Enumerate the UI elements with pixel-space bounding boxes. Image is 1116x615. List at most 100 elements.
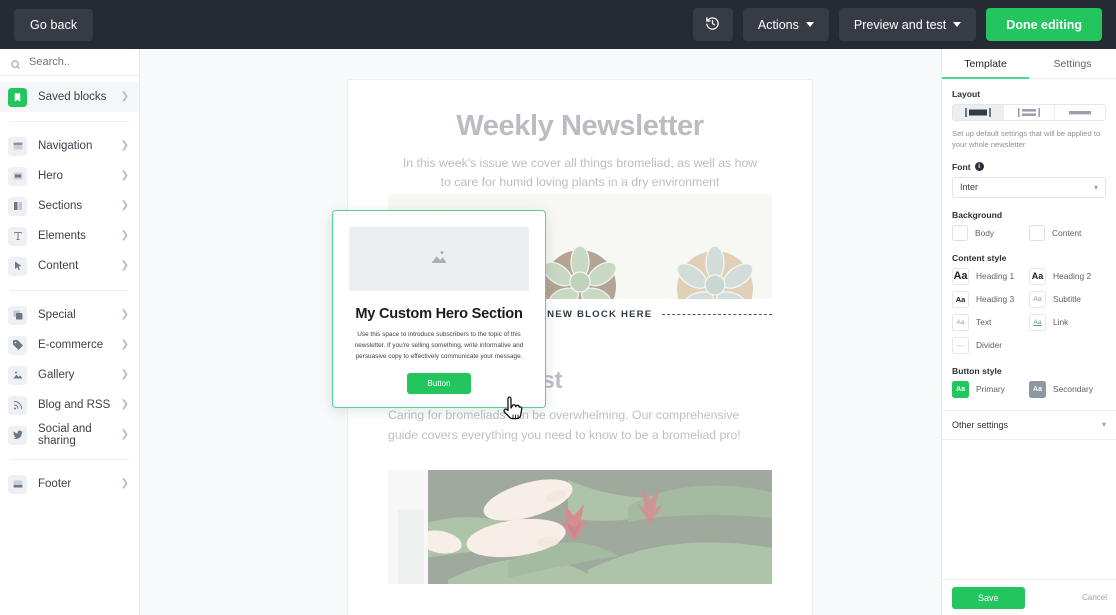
- newsletter-canvas[interactable]: Weekly Newsletter In this week's issue w…: [140, 49, 941, 615]
- other-settings-row[interactable]: Other settings ▾: [952, 411, 1106, 439]
- background-body-option[interactable]: Body: [952, 224, 1029, 241]
- content-style-link[interactable]: Aa Link: [1029, 313, 1106, 331]
- post-body: Caring for bromeliads can be overwhelmin…: [388, 408, 741, 443]
- actions-button[interactable]: Actions: [742, 8, 829, 41]
- drag-card-button[interactable]: Button: [407, 372, 471, 394]
- footer-block-icon: [8, 474, 27, 494]
- sidebar-item-blog-and-rss[interactable]: Blog and RSS ❯: [0, 390, 139, 420]
- chevron-down-icon: ▾: [1093, 182, 1098, 192]
- sidebar-group-saved: Saved blocks ❯: [0, 76, 139, 118]
- layout-option-full-width[interactable]: [1055, 105, 1105, 120]
- chevron-right-icon: ❯: [120, 339, 129, 350]
- content-label: Content: [1052, 227, 1082, 238]
- secondary-label: Secondary: [1053, 384, 1094, 395]
- font-select[interactable]: Inter ▾: [952, 176, 1106, 198]
- sidebar-item-hero[interactable]: Hero ❯: [0, 161, 139, 191]
- chevron-down-icon: [805, 22, 814, 27]
- subtitle-label: Subtitle: [1053, 294, 1081, 305]
- preview-and-test-button[interactable]: Preview and test: [838, 8, 977, 41]
- email-builder-app: Go back Actions Preview and test Done ed…: [0, 0, 1116, 615]
- sidebar-group-footer: Footer ❯: [0, 463, 139, 505]
- sidebar-item-footer[interactable]: Footer ❯: [0, 469, 139, 499]
- rss-icon: [8, 395, 27, 415]
- content-style-subtitle[interactable]: Aa Subtitle: [1029, 290, 1106, 308]
- search-input[interactable]: [29, 56, 129, 68]
- saved-block-drag-preview[interactable]: My Custom Hero Section Use this space to…: [332, 210, 546, 408]
- button-style-secondary[interactable]: Aa Secondary: [1029, 380, 1106, 398]
- divider-tile: —: [952, 336, 969, 354]
- sidebar-item-gallery[interactable]: Gallery ❯: [0, 360, 139, 390]
- button-style-primary[interactable]: Aa Primary: [952, 380, 1029, 398]
- sidebar-item-label: Blog and RSS: [38, 399, 111, 411]
- chevron-right-icon: ❯: [120, 170, 129, 181]
- content-style-section-label: Content style: [952, 252, 1007, 263]
- chevron-right-icon: ❯: [120, 140, 129, 151]
- preview-label: Preview and test: [853, 17, 947, 32]
- sidebar-item-label: Footer: [38, 478, 72, 490]
- heading-1-label: Heading 1: [976, 271, 1015, 282]
- info-icon[interactable]: i: [974, 162, 984, 172]
- content-style-heading-1[interactable]: Aa Heading 1: [952, 267, 1029, 285]
- done-editing-button[interactable]: Done editing: [986, 8, 1102, 41]
- heading-1-tile: Aa: [952, 267, 969, 285]
- sidebar-divider: [10, 290, 129, 291]
- history-button[interactable]: [692, 8, 733, 41]
- toolbar-actions-group: Actions Preview and test Done editing: [692, 8, 1102, 41]
- sidebar-item-navigation[interactable]: Navigation ❯: [0, 131, 139, 161]
- save-button[interactable]: Save: [952, 586, 1025, 609]
- layout-option-single-wide[interactable]: [953, 105, 1004, 120]
- go-back-button[interactable]: Go back: [14, 8, 94, 41]
- cancel-link[interactable]: Cancel: [1082, 593, 1107, 602]
- button-style-grid: Aa Primary Aa Secondary: [952, 380, 1106, 398]
- background-content-option[interactable]: Content: [1029, 224, 1106, 241]
- chevron-right-icon: ❯: [120, 91, 129, 102]
- top-toolbar: Go back Actions Preview and test Done ed…: [0, 0, 1116, 49]
- history-undo-icon: [705, 16, 720, 34]
- secondary-button-tile: Aa: [1029, 380, 1046, 398]
- sidebar-item-elements[interactable]: Elements ❯: [0, 221, 139, 251]
- post-photo: [388, 469, 772, 584]
- sidebar-item-saved-blocks[interactable]: Saved blocks ❯: [0, 82, 139, 112]
- sidebar-item-ecommerce[interactable]: E-commerce ❯: [0, 330, 139, 360]
- sidebar-item-sections[interactable]: Sections ❯: [0, 191, 139, 221]
- panel-divider: [942, 438, 1116, 440]
- content-style-divider[interactable]: — Divider: [952, 336, 1029, 354]
- columns-icon: [8, 196, 27, 216]
- other-settings-label: Other settings: [952, 419, 1009, 430]
- sidebar-item-label: Gallery: [38, 369, 75, 381]
- twitter-bird-icon: [8, 425, 27, 445]
- layout-option-two-column[interactable]: [1004, 105, 1055, 120]
- sidebar-item-label: Navigation: [38, 140, 93, 152]
- tab-template[interactable]: Template: [942, 49, 1029, 79]
- layers-icon: [8, 305, 27, 325]
- heading-3-tile: Aa: [952, 290, 969, 308]
- search-icon: [10, 57, 21, 69]
- text-tile: Aa: [952, 313, 969, 331]
- body-color-swatch[interactable]: [952, 224, 968, 241]
- font-field-label: Font i: [952, 162, 1106, 172]
- chevron-right-icon: ❯: [120, 399, 129, 410]
- pointing-hand-cursor: [502, 395, 524, 428]
- newsletter-title: Weekly Newsletter: [456, 110, 704, 142]
- sidebar-divider: [10, 459, 129, 460]
- content-color-swatch[interactable]: [1029, 224, 1045, 241]
- sidebar-item-social-and-sharing[interactable]: Social and sharing ❯: [0, 420, 139, 450]
- content-style-heading-2[interactable]: Aa Heading 2: [1029, 267, 1106, 285]
- template-settings-panel: Template Settings Layout Set up default …: [941, 49, 1116, 615]
- sidebar-item-special[interactable]: Special ❯: [0, 300, 139, 330]
- heading-2-label: Heading 2: [1053, 271, 1092, 282]
- heading-2-tile: Aa: [1029, 267, 1046, 285]
- tab-settings[interactable]: Settings: [1029, 49, 1116, 78]
- panel-help-text: Set up default settings that will be app…: [952, 129, 1101, 150]
- content-style-heading-3[interactable]: Aa Heading 3: [952, 290, 1029, 308]
- content-style-grid: Aa Heading 1 Aa Heading 2 Aa Heading 3 A…: [952, 267, 1106, 354]
- content-style-text[interactable]: Aa Text: [952, 313, 1029, 331]
- sidebar-item-content[interactable]: Content ❯: [0, 251, 139, 281]
- image-mountain-icon: [428, 248, 450, 271]
- sidebar-search-row[interactable]: [0, 49, 139, 76]
- panel-body: Layout Set up default settings that will…: [942, 79, 1116, 440]
- drag-card-title: My Custom Hero Section: [355, 306, 523, 322]
- link-tile: Aa: [1029, 313, 1046, 331]
- drag-card-image-placeholder: [349, 227, 529, 291]
- text-label: Text: [976, 317, 992, 328]
